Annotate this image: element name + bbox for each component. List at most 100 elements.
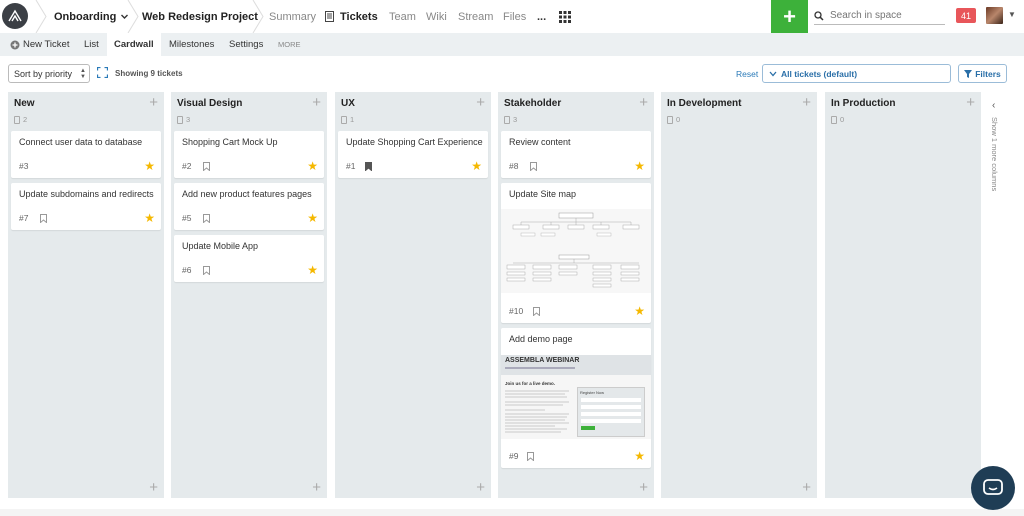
star-icon[interactable]: ★ <box>144 159 155 173</box>
card-title: Connect user data to database <box>19 137 143 147</box>
breadcrumb-project-label: Web Redesign Project <box>142 10 258 23</box>
assembla-logo[interactable] <box>2 3 28 29</box>
bookmark-filled-icon[interactable] <box>365 162 372 171</box>
nav-more[interactable]: ... <box>537 0 546 33</box>
card-number: #6 <box>182 265 192 275</box>
user-menu-chevron-icon[interactable]: ▼ <box>1008 10 1016 19</box>
ticket-card[interactable]: Review content #8 ★ <box>501 131 651 178</box>
add-ticket-bottom-icon[interactable]: + <box>149 479 158 496</box>
webinar-form-title: Register Now <box>580 390 605 395</box>
nav-tickets-label: Tickets <box>340 10 378 23</box>
filter-icon <box>964 69 973 78</box>
tab-list-label: List <box>84 39 99 50</box>
add-ticket-icon[interactable]: + <box>149 94 158 111</box>
tickets-icon <box>325 11 334 22</box>
ticket-card[interactable]: Update Mobile App #6 ★ <box>174 235 324 282</box>
chat-widget-button[interactable] <box>971 466 1015 510</box>
tab-more-label: MORE <box>278 40 301 49</box>
star-icon[interactable]: ★ <box>634 159 645 173</box>
add-ticket-icon[interactable]: + <box>476 94 485 111</box>
tickets-filter-select[interactable]: All tickets (default) <box>762 64 951 83</box>
notification-badge[interactable]: 41 <box>956 8 976 23</box>
add-button[interactable]: + <box>771 0 808 33</box>
add-ticket-icon[interactable]: + <box>639 94 648 111</box>
webinar-heading: ASSEMBLA WEBINAR <box>505 357 580 364</box>
tab-milestones[interactable]: Milestones <box>169 33 214 56</box>
bookmark-icon[interactable] <box>527 452 534 461</box>
card-number: #2 <box>182 161 192 171</box>
nav-stream[interactable]: Stream <box>458 0 493 33</box>
ticket-card[interactable]: Add demo page ASSEMBLA WEBINAR Join us f… <box>501 328 651 468</box>
tab-cardwall[interactable]: Cardwall <box>107 33 161 56</box>
card-number: #10 <box>509 306 524 316</box>
nav-more-label: ... <box>537 10 547 23</box>
sub-nav: New Ticket List Cardwall Milestones Sett… <box>0 33 1024 56</box>
webinar-header-line <box>505 367 575 369</box>
select-arrows-icon: ▲ ▼ <box>80 68 86 80</box>
add-ticket-bottom-icon[interactable]: + <box>312 479 321 496</box>
star-icon[interactable]: ★ <box>634 449 645 463</box>
document-icon <box>831 115 837 124</box>
breadcrumb-onboarding[interactable]: Onboarding <box>54 0 129 33</box>
new-ticket-button[interactable]: New Ticket <box>10 33 69 56</box>
star-icon[interactable]: ★ <box>144 211 155 225</box>
bookmark-icon[interactable] <box>203 214 210 223</box>
sort-select-value: Sort by priority <box>14 68 73 79</box>
column-title: Visual Design <box>177 98 243 109</box>
star-icon[interactable]: ★ <box>307 211 318 225</box>
ticket-card[interactable]: Shopping Cart Mock Up #2 ★ <box>174 131 324 178</box>
star-icon[interactable]: ★ <box>471 159 482 173</box>
star-icon[interactable]: ★ <box>307 159 318 173</box>
document-icon <box>341 115 347 124</box>
bookmark-icon[interactable] <box>40 214 47 223</box>
nav-files-label: Files <box>503 10 527 23</box>
star-icon[interactable]: ★ <box>634 304 645 318</box>
bookmark-icon[interactable] <box>203 266 210 275</box>
add-ticket-bottom-icon[interactable]: + <box>802 479 811 496</box>
column-count: 2 <box>14 115 27 124</box>
bookmark-icon[interactable] <box>203 162 210 171</box>
ticket-card[interactable]: Update subdomains and redirects #7 ★ <box>11 183 161 230</box>
tab-list[interactable]: List <box>84 33 99 56</box>
expand-icon[interactable] <box>97 67 108 78</box>
column-count-value: 0 <box>840 115 845 124</box>
reset-link[interactable]: Reset <box>736 69 758 79</box>
column-count: 3 <box>177 115 190 124</box>
ticket-card[interactable]: Connect user data to database #3 ★ <box>11 131 161 178</box>
add-ticket-bottom-icon[interactable]: + <box>639 479 648 496</box>
tab-settings-label: Settings <box>229 39 264 50</box>
nav-team[interactable]: Team <box>389 0 416 33</box>
bookmark-icon[interactable] <box>533 307 540 316</box>
ticket-card[interactable]: Update Shopping Cart Experience #1 ★ <box>338 131 488 178</box>
filters-button[interactable]: Filters <box>958 64 1007 83</box>
chevron-down-icon <box>769 71 777 76</box>
nav-summary[interactable]: Summary <box>269 0 316 33</box>
webinar-subheading: Join us for a live demo. <box>505 381 556 386</box>
bottom-edge <box>0 509 1024 516</box>
sort-select[interactable]: Sort by priority ▲ ▼ <box>8 64 90 83</box>
add-ticket-icon[interactable]: + <box>966 94 975 111</box>
bookmark-icon[interactable] <box>530 162 537 171</box>
nav-wiki[interactable]: Wiki <box>426 0 447 33</box>
add-ticket-icon[interactable]: + <box>802 94 811 111</box>
apps-grid-button[interactable] <box>559 0 571 33</box>
show-more-columns[interactable]: ‹ Show 1 more columns <box>984 95 1008 205</box>
column-count-value: 3 <box>186 115 191 124</box>
add-ticket-icon[interactable]: + <box>312 94 321 111</box>
ticket-card[interactable]: Add new product features pages #5 ★ <box>174 183 324 230</box>
tab-more[interactable]: MORE <box>278 33 301 56</box>
star-icon[interactable]: ★ <box>307 263 318 277</box>
nav-wiki-label: Wiki <box>426 10 447 23</box>
nav-files[interactable]: Files <box>503 0 526 33</box>
user-avatar[interactable] <box>986 7 1003 24</box>
nav-tickets[interactable]: Tickets <box>325 0 378 33</box>
search-field[interactable] <box>814 7 945 25</box>
tab-settings[interactable]: Settings <box>229 33 263 56</box>
breadcrumb-onboarding-label: Onboarding <box>54 10 117 23</box>
add-ticket-bottom-icon[interactable]: + <box>476 479 485 496</box>
breadcrumb-project[interactable]: Web Redesign Project <box>142 0 258 33</box>
document-icon <box>14 115 20 124</box>
ticket-card[interactable]: Update Site map #10 ★ <box>501 183 651 323</box>
column-title: New <box>14 98 35 109</box>
search-input[interactable] <box>830 10 930 21</box>
